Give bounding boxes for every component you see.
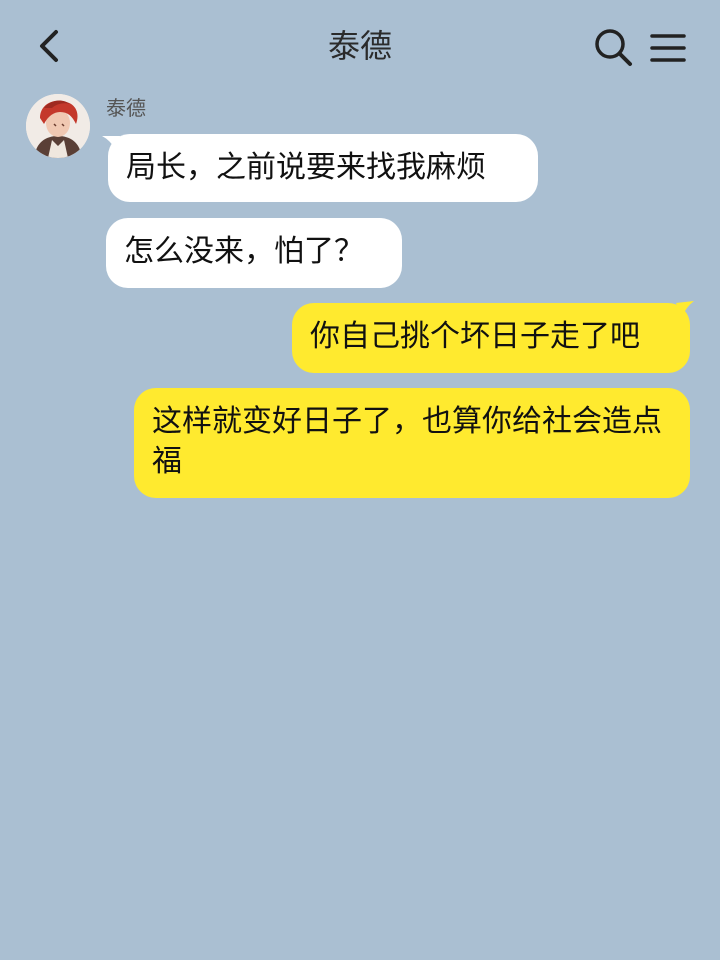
search-icon — [595, 29, 632, 66]
sender-avatar[interactable] — [26, 94, 90, 158]
top-bar: 泰德 — [0, 0, 720, 92]
message-bubble[interactable]: 你自己挑个坏日子走了吧 — [292, 303, 690, 373]
menu-button[interactable] — [648, 28, 688, 68]
message-bubble[interactable]: 这样就变好日子了，也算你给社会造点福 — [134, 388, 690, 498]
avatar-image — [26, 94, 90, 158]
sender-name: 泰德 — [106, 96, 146, 120]
message-bubble[interactable]: 怎么没来，怕了？ — [106, 218, 402, 288]
message-bubble[interactable]: 局长，之前说要来找我麻烦 — [108, 134, 538, 202]
search-button[interactable] — [592, 26, 636, 70]
hamburger-menu-icon — [650, 34, 686, 62]
